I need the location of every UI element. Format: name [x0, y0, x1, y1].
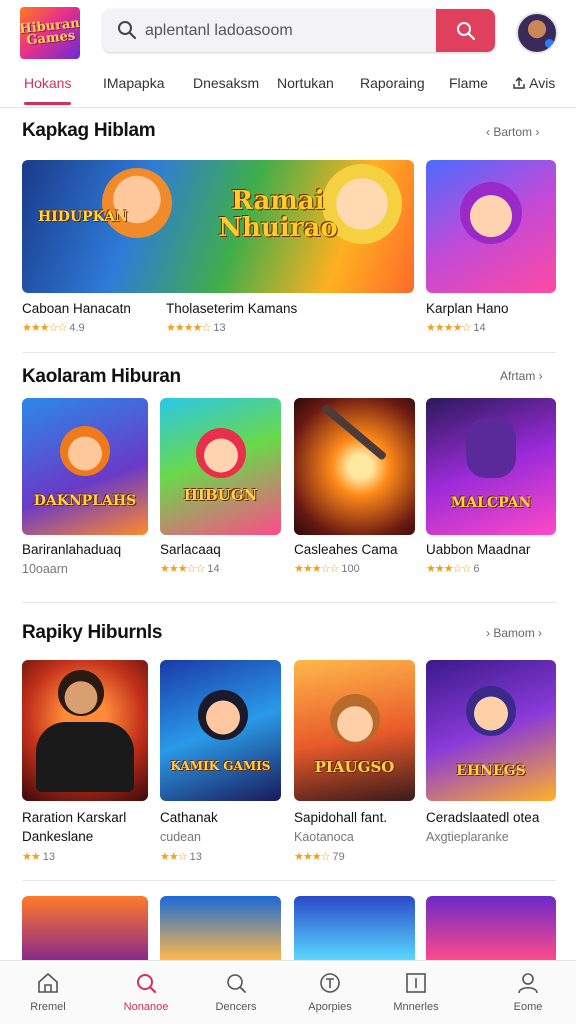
game-card[interactable]: HIBUGN Sarlacaaq ★★★☆☆ 14: [160, 398, 281, 578]
card-rating: ★★★☆ 79: [294, 851, 345, 863]
game-thumbnail: [22, 660, 148, 801]
game-thumbnail[interactable]: [160, 896, 281, 960]
tab-raporaing[interactable]: Raporaing: [360, 66, 425, 108]
game-card[interactable]: Raration Karskarl Dankeslane ★★ 13: [22, 660, 148, 866]
card-title: Cathanak: [160, 810, 218, 825]
game-card[interactable]: MALCPAN Uabbon Maadnar ★★★☆☆ 6: [426, 398, 556, 578]
nav-home[interactable]: Rremel: [8, 961, 88, 1024]
card-title: Casleahes Cama: [294, 542, 398, 557]
card-title: Caboan Hanacatn: [22, 301, 131, 316]
featured-banner-image: Ramai Nhuirao HIDUPKAN: [22, 160, 414, 293]
search-button[interactable]: [436, 9, 495, 52]
game-card[interactable]: EHNEGS Ceradslaatedl otea Axgtieplaranke: [426, 660, 556, 866]
card-rating: ★★★☆☆ 4.9: [22, 322, 85, 334]
card-rating: ★★★★☆ 13: [166, 322, 226, 334]
tab-avis[interactable]: Avis: [512, 66, 555, 108]
home-icon: [38, 972, 58, 993]
card-subtitle: Kaotanoca: [294, 830, 354, 844]
game-thumbnail: HIBUGN: [160, 398, 281, 535]
nav-search[interactable]: Nonanoe: [106, 961, 186, 1024]
compass-icon: [320, 973, 340, 993]
game-card[interactable]: DAKNPLAHS Bariranlahaduaq 10oaarn: [22, 398, 148, 578]
category-tabs: Hokans IMapapka Dnesaksm Nortukan Rapora…: [0, 66, 576, 108]
game-card[interactable]: Karplan Hano ★★★★☆ 14: [426, 160, 556, 338]
magnifier-icon: [227, 974, 246, 993]
section-divider: [22, 602, 556, 603]
banner-subtitle: HIDUPKAN: [38, 209, 128, 225]
game-thumbnail: KAMIK GAMIS: [160, 660, 281, 801]
search-icon: [118, 21, 137, 40]
game-thumbnail: [426, 160, 556, 293]
tab-flame[interactable]: Flame: [449, 66, 488, 108]
card-title: Sapidohall fant.: [294, 810, 388, 825]
card-title: Karplan Hano: [426, 301, 509, 316]
section-title: Kaolaram Hiburan: [22, 366, 181, 387]
card-rating: ★★★☆☆ 6: [426, 563, 480, 575]
game-card[interactable]: Casleahes Cama ★★★☆☆ 100: [294, 398, 415, 578]
section-divider: [22, 880, 556, 881]
nav-explore[interactable]: Aporpies: [290, 961, 370, 1024]
profile-icon: [518, 973, 538, 994]
game-thumbnail[interactable]: [22, 896, 148, 960]
game-thumbnail[interactable]: [426, 896, 556, 960]
user-avatar[interactable]: [516, 12, 558, 54]
section-more-link[interactable]: › Bamom ›: [486, 626, 542, 640]
search-icon: [456, 21, 475, 40]
card-title: Ceradslaatedl otea: [426, 810, 540, 825]
app-logo[interactable]: Hiburan Games: [20, 7, 80, 59]
card-rating: ★★★★☆ 14: [426, 322, 486, 334]
section-title: Kapkag Hiblam: [22, 120, 156, 141]
card-subtitle: Dankeslane: [22, 829, 94, 844]
game-thumbnail[interactable]: [294, 896, 415, 960]
card-title: Sarlacaaq: [160, 542, 221, 557]
card-rating: ★★☆ 13: [160, 851, 202, 863]
section-more-link[interactable]: Afrtam ›: [500, 369, 543, 383]
game-thumbnail: DAKNPLAHS: [22, 398, 148, 535]
section-divider: [22, 352, 556, 353]
nav-library[interactable]: Mnnerles: [376, 961, 456, 1024]
nav-profile[interactable]: Eome: [488, 961, 568, 1024]
logo-text: Hiburan Games: [20, 15, 80, 49]
card-title: Tholaseterim Kamans: [166, 301, 298, 316]
game-thumbnail: EHNEGS: [426, 660, 556, 801]
search-input[interactable]: [145, 9, 430, 52]
tab-imapapka[interactable]: IMapapka: [103, 66, 164, 108]
card-rating: ★★★☆☆ 100: [294, 563, 360, 575]
section-title: Rapiky Hiburnls: [22, 622, 163, 643]
app-header: Hiburan Games: [0, 0, 576, 64]
search-icon: [137, 974, 157, 994]
tab-nortukan[interactable]: Nortukan: [277, 66, 334, 108]
game-card[interactable]: KAMIK GAMIS Cathanak cudean ★★☆ 13: [160, 660, 281, 866]
card-title: Raration Karskarl: [22, 810, 127, 825]
card-subtitle: cudean: [160, 830, 202, 844]
card-subtitle: Axgtieplaranke: [426, 830, 509, 844]
card-title: Uabbon Maadnar: [426, 542, 531, 557]
game-card[interactable]: PIAUGSO Sapidohall fant. Kaotanoca ★★★☆ …: [294, 660, 415, 866]
game-thumbnail: [294, 398, 415, 535]
banner-title: Ramai Nhuirao: [218, 186, 338, 244]
search-bar[interactable]: [103, 9, 495, 52]
library-icon: [406, 973, 426, 993]
bottom-navigation: Rremel Nonanoe Dencers Aporpies Mnnerles: [0, 960, 576, 1024]
tab-hokans[interactable]: Hokans: [24, 66, 72, 108]
game-thumbnail: PIAUGSO: [294, 660, 415, 801]
nav-discover[interactable]: Dencers: [196, 961, 276, 1024]
card-rating: ★★★☆☆ 14: [160, 563, 220, 575]
card-title: Bariranlahaduaq: [22, 542, 122, 557]
card-rating: ★★ 13: [22, 851, 56, 863]
section-more-link[interactable]: ‹ Bartom ›: [486, 125, 539, 139]
featured-card[interactable]: Ramai Nhuirao HIDUPKAN Caboan Hanacatn ★…: [22, 160, 414, 338]
card-subtitle: 10oaarn: [22, 562, 68, 576]
tab-dnesaksm[interactable]: Dnesaksm: [193, 66, 259, 108]
game-thumbnail: MALCPAN: [426, 398, 556, 535]
share-icon: [513, 77, 525, 89]
